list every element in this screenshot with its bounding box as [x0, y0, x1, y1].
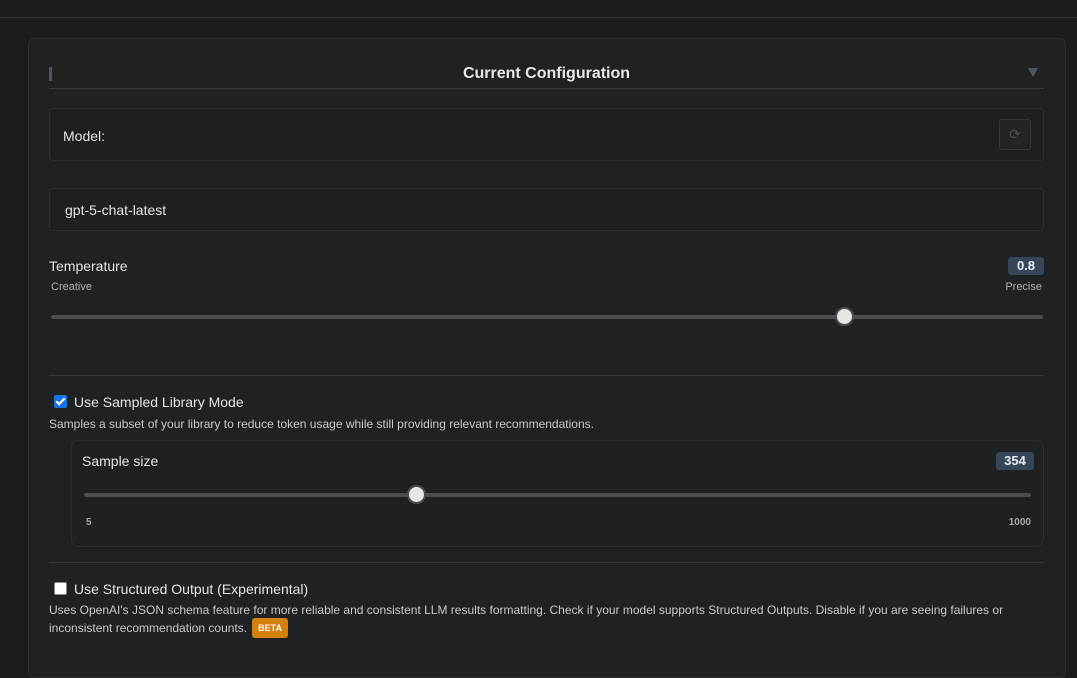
model-row: Model: ⟳ [49, 108, 1044, 161]
sample-size-value-badge: 354 [996, 452, 1034, 470]
sample-size-max-label: 1000 [1008, 517, 1031, 528]
structured-output-checkbox[interactable] [54, 582, 67, 595]
temperature-slider-thumb[interactable] [835, 307, 855, 326]
temperature-max-label: Precise [1005, 281, 1042, 293]
section-header[interactable]: Current Configuration [49, 55, 1044, 89]
model-label: Model: [63, 128, 106, 144]
sample-size-min-label: 5 [86, 517, 92, 528]
beta-badge: BETA [252, 618, 288, 638]
chevron-down-icon[interactable] [1028, 68, 1038, 77]
sampled-mode-checkbox[interactable] [54, 395, 67, 408]
sampled-mode-description: Samples a subset of your library to redu… [49, 417, 594, 431]
configuration-panel: Current Configuration Model: ⟳ Temperatu… [28, 38, 1066, 678]
sample-size-slider-thumb[interactable] [406, 485, 426, 504]
refresh-icon: ⟳ [1009, 126, 1021, 142]
structured-output-description-text: Uses OpenAI's JSON schema feature for mo… [49, 603, 1004, 635]
section-divider [49, 562, 1044, 563]
refresh-models-button[interactable]: ⟳ [999, 119, 1031, 150]
sample-size-label: Sample size [82, 453, 159, 469]
section-divider [49, 375, 1044, 376]
temperature-label: Temperature [49, 258, 128, 274]
model-input[interactable] [49, 188, 1044, 231]
structured-output-description: Uses OpenAI's JSON schema feature for mo… [49, 602, 1029, 638]
page-title: Current Configuration [462, 65, 631, 82]
structured-output-label[interactable]: Use Structured Output (Experimental) [74, 581, 308, 597]
top-divider [0, 17, 1077, 18]
sample-size-box: Sample size 354 5 1000 [71, 440, 1044, 547]
temperature-value-badge: 0.8 [1008, 257, 1044, 275]
sample-size-slider-track[interactable] [84, 493, 1031, 497]
temperature-min-label: Creative [51, 281, 92, 293]
temperature-slider-track[interactable] [51, 315, 1043, 319]
sampled-mode-label[interactable]: Use Sampled Library Mode [74, 394, 244, 410]
